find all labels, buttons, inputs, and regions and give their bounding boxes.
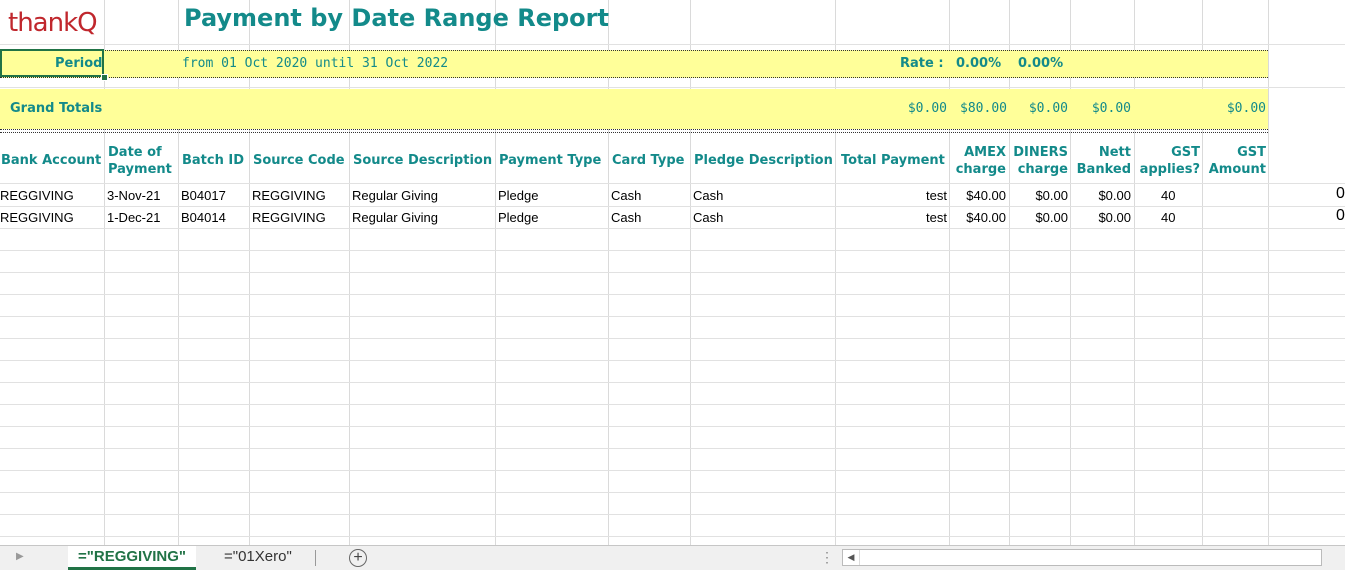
triangle-left-icon[interactable]: ◀: [843, 550, 860, 565]
header-gst-amount: GST Amount: [1203, 144, 1266, 178]
cell-diners[interactable]: $0.00: [1010, 188, 1068, 203]
cell-diners[interactable]: $0.00: [1010, 210, 1068, 225]
grand-total-nett: $0.00: [1091, 101, 1131, 116]
table-row: REGGIVING 3-Nov-21 B04017 REGGIVING Regu…: [0, 185, 1345, 206]
header-pledge-description: Pledge Description: [694, 152, 833, 169]
grand-totals-label: Grand Totals: [10, 101, 103, 116]
header-diners-line1: DINERS: [1013, 145, 1068, 160]
cell-extra[interactable]: 0: [1336, 207, 1345, 225]
cell-card-type[interactable]: Cash: [611, 210, 641, 225]
spreadsheet-grid[interactable]: thankQ Payment by Date Range Report Peri…: [0, 0, 1345, 545]
header-batch-id-line1: Batch ID: [182, 153, 245, 168]
header-batch-id: Batch ID: [182, 152, 244, 169]
horizontal-scrollbar[interactable]: ◀: [842, 549, 1322, 566]
cell-total-payment[interactable]: test: [836, 188, 947, 203]
cell-extra[interactable]: 0: [1336, 185, 1345, 203]
sheet-tab-bar: ▶ ="REGGIVING" ="01Xero" + ⋮ ◀: [0, 545, 1345, 570]
header-gst-applies-line2: applies?: [1139, 162, 1200, 177]
grand-total-gst-amount: $0.00: [1226, 101, 1266, 116]
cell-nett[interactable]: $0.00: [1071, 188, 1131, 203]
cell-bank-account[interactable]: REGGIVING: [0, 210, 74, 225]
cell-payment-type[interactable]: Pledge: [498, 188, 538, 203]
header-payment-type-line1: Payment Type: [499, 153, 602, 168]
cell-gst-applies[interactable]: 40: [1161, 188, 1175, 203]
plus-circle-icon[interactable]: +: [349, 549, 367, 567]
header-payment-type: Payment Type: [499, 152, 601, 169]
header-amex-line2: charge: [955, 162, 1006, 177]
cell-source-code[interactable]: REGGIVING: [252, 210, 326, 225]
cell-total-payment[interactable]: test: [836, 210, 947, 225]
cell-nett[interactable]: $0.00: [1071, 210, 1131, 225]
header-source-code: Source Code: [253, 152, 345, 169]
cell-card-type[interactable]: Cash: [611, 188, 641, 203]
header-gst-amount-line2: Amount: [1208, 162, 1266, 177]
header-bank-account: Bank Account: [1, 152, 101, 169]
header-source-code-line1: Source Code: [253, 153, 345, 168]
cell-date[interactable]: 1-Dec-21: [107, 210, 160, 225]
cell-source-description[interactable]: Regular Giving: [352, 188, 438, 203]
fill-handle[interactable]: [101, 74, 108, 81]
cell-gst-applies[interactable]: 40: [1161, 210, 1175, 225]
header-date-of-payment: Date of Payment: [108, 144, 172, 178]
triangle-right-icon[interactable]: ▶: [16, 551, 24, 562]
cell-amex[interactable]: $40.00: [950, 188, 1006, 203]
cell-source-code[interactable]: REGGIVING: [252, 188, 326, 203]
tab-01xero[interactable]: ="01Xero": [214, 546, 302, 568]
header-pledge-description-line1: Pledge Description: [694, 153, 833, 168]
grand-total-payment: $0.00: [907, 101, 947, 116]
header-nett-banked: Nett Banked: [1071, 144, 1131, 178]
report-title: Payment by Date Range Report: [184, 4, 609, 32]
cell-amex[interactable]: $40.00: [950, 210, 1006, 225]
cell-batch-id[interactable]: B04014: [181, 210, 226, 225]
header-amex-charge: AMEX charge: [950, 144, 1006, 178]
grand-total-diners: $0.00: [1028, 101, 1068, 116]
period-label: Period: [55, 56, 103, 71]
header-gst-applies: GST applies?: [1135, 144, 1200, 178]
logo-text: thankQ: [8, 8, 98, 38]
period-value: from 01 Oct 2020 until 31 Oct 2022: [182, 56, 449, 71]
cell-source-description[interactable]: Regular Giving: [352, 210, 438, 225]
rate-label: Rate :: [900, 56, 944, 71]
header-diners-charge: DINERS charge: [1010, 144, 1068, 178]
header-card-type: Card Type: [612, 152, 684, 169]
rate-value-1: 0.00%: [956, 56, 1002, 71]
header-source-description-line1: Source Description: [353, 153, 493, 168]
cell-pledge-description[interactable]: Cash: [693, 210, 723, 225]
header-date-line2: Payment: [108, 162, 172, 177]
header-total-payment-line1: Total Payment: [841, 153, 945, 168]
table-row: REGGIVING 1-Dec-21 B04014 REGGIVING Regu…: [0, 207, 1345, 228]
header-date-line1: Date of: [108, 145, 162, 160]
header-card-type-line1: Card Type: [612, 153, 685, 168]
header-gst-amount-line1: GST: [1237, 145, 1266, 160]
vertical-ellipsis-icon[interactable]: ⋮: [820, 549, 834, 566]
header-bank-account-line1: Bank Account: [1, 153, 102, 168]
tab-reggiving[interactable]: ="REGGIVING": [68, 546, 196, 570]
header-source-description: Source Description: [353, 152, 492, 169]
cell-batch-id[interactable]: B04017: [181, 188, 226, 203]
grand-total-amex: $80.00: [960, 101, 1007, 116]
cell-pledge-description[interactable]: Cash: [693, 188, 723, 203]
cell-payment-type[interactable]: Pledge: [498, 210, 538, 225]
header-amex-line1: AMEX: [964, 145, 1006, 160]
rate-value-2: 0.00%: [1018, 56, 1064, 71]
thankq-logo: thankQ: [8, 2, 118, 42]
header-nett-line2: Banked: [1076, 162, 1131, 177]
header-total-payment: Total Payment: [841, 152, 945, 169]
cell-date[interactable]: 3-Nov-21: [107, 188, 160, 203]
header-gst-applies-line1: GST: [1171, 145, 1200, 160]
header-diners-line2: charge: [1017, 162, 1068, 177]
header-nett-line1: Nett: [1098, 145, 1131, 160]
cell-bank-account[interactable]: REGGIVING: [0, 188, 74, 203]
